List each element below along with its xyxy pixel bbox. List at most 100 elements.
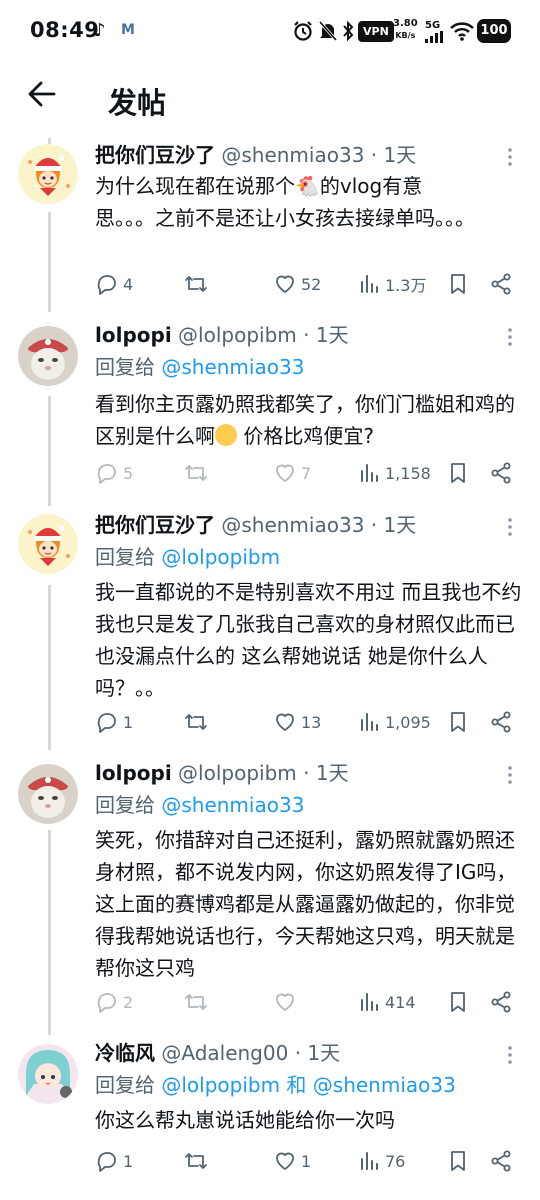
reply-to-user-link[interactable]: @shenmiao33 [161, 793, 304, 817]
share-icon[interactable] [489, 1149, 513, 1173]
views-button[interactable]: 414 [359, 988, 416, 1016]
views-button[interactable]: 1,158 [359, 459, 431, 487]
retweet-button[interactable] [183, 988, 213, 1016]
retweet-icon [185, 994, 207, 1010]
author-name[interactable]: lolpopi [95, 323, 172, 347]
post-text: 你这么帮丸崽说话她能给你一次吗 [95, 1108, 395, 1132]
like-count: 1 [301, 1151, 312, 1171]
post[interactable]: 把你们豆沙了 @shenmiao33 · 1天 为什么现在都在说那个🐔的vlog… [0, 142, 540, 302]
reply-button[interactable]: 4 [95, 270, 133, 298]
bookmark-icon[interactable] [447, 461, 469, 485]
reply-icon [97, 993, 116, 1013]
bookmark-icon[interactable] [447, 990, 469, 1014]
like-button[interactable]: 13 [273, 708, 321, 736]
reply-count: 1 [123, 712, 134, 732]
author-handle[interactable]: @shenmiao33 [221, 513, 364, 537]
share-icon[interactable] [489, 272, 513, 296]
like-button[interactable] [273, 988, 301, 1016]
reply-to-user-link[interactable]: @lolpopibm [161, 545, 280, 569]
post[interactable]: 把你们豆沙了 @shenmiao33 · 1天 回复给 @lolpopibm 我… [0, 512, 540, 742]
post-text: 为什么现在都在说那个🐔的vlog有意思。。。之前不是还让小女孩去接绿单吗。。。 [95, 174, 475, 230]
share-icon[interactable] [489, 710, 513, 734]
post-time: 1天 [383, 143, 417, 167]
avatar[interactable] [18, 326, 78, 386]
reply-icon [97, 713, 116, 733]
like-button[interactable]: 7 [273, 459, 311, 487]
views-chart-icon [361, 464, 378, 482]
like-button[interactable]: 52 [273, 270, 321, 298]
more-options-icon[interactable] [500, 1044, 520, 1066]
back-arrow-icon[interactable] [28, 80, 56, 108]
more-options-icon[interactable] [500, 146, 520, 168]
share-icon[interactable] [489, 990, 513, 1014]
views-button[interactable]: 1.3万 [359, 270, 426, 298]
reply-to-label: 回复给 [95, 355, 155, 379]
reply-icon [97, 275, 116, 295]
bookmark-icon[interactable] [447, 1149, 469, 1173]
retweet-button[interactable] [183, 270, 213, 298]
reply-to-user-link[interactable]: @shenmiao33 [161, 355, 304, 379]
heart-icon [276, 275, 294, 293]
retweet-button[interactable] [183, 1147, 213, 1175]
post-header: lolpopi @lolpopibm · 1天 [95, 760, 349, 786]
author-name[interactable]: 把你们豆沙了 [95, 143, 215, 167]
mute-bell-icon [318, 21, 338, 41]
reply-to-label: 回复给 [95, 793, 155, 817]
post[interactable]: lolpopi @lolpopibm · 1天 回复给 @shenmiao33 … [0, 760, 540, 1030]
avatar[interactable] [18, 1044, 78, 1104]
reply-button[interactable]: 2 [95, 988, 133, 1016]
reply-to-label: 回复给 [95, 1073, 155, 1097]
author-name[interactable]: 冷临风 [95, 1041, 155, 1065]
action-bar: 5 7 1,158 [95, 459, 525, 487]
reply-to-user-link[interactable]: @lolpopibm 和 @shenmiao33 [161, 1073, 455, 1097]
vpn-badge: VPN [358, 21, 394, 42]
network-speed: 3.80 KB/s [393, 18, 418, 40]
reply-button[interactable]: 5 [95, 459, 133, 487]
like-count: 13 [301, 712, 322, 732]
post-time: 1天 [307, 1041, 341, 1065]
separator-dot: · [370, 143, 378, 167]
retweet-button[interactable] [183, 708, 213, 736]
share-icon[interactable] [489, 461, 513, 485]
reply-to-label: 回复给 [95, 545, 155, 569]
author-handle[interactable]: @shenmiao33 [221, 143, 364, 167]
heart-icon [276, 1152, 294, 1170]
bookmark-icon[interactable] [447, 710, 469, 734]
more-options-icon[interactable] [500, 516, 520, 538]
reply-to-line: 回复给 @shenmiao33 [95, 792, 304, 818]
action-bar: 1 13 1,095 [95, 708, 525, 736]
reply-button[interactable]: 1 [95, 708, 133, 736]
action-bar: 2 414 [95, 988, 525, 1016]
author-name[interactable]: 把你们豆沙了 [95, 513, 215, 537]
view-count: 1,158 [385, 463, 431, 483]
author-handle[interactable]: @Adaleng00 [161, 1041, 288, 1065]
post-time: 1天 [315, 761, 349, 785]
retweet-button[interactable] [183, 459, 213, 487]
views-button[interactable]: 76 [359, 1147, 405, 1175]
signal-icon [425, 31, 443, 43]
reply-count: 4 [123, 274, 134, 294]
avatar[interactable] [18, 764, 78, 824]
avatar[interactable] [18, 514, 78, 574]
reply-button[interactable]: 1 [95, 1147, 133, 1175]
more-options-icon[interactable] [500, 326, 520, 348]
views-chart-icon [361, 275, 378, 293]
retweet-icon [185, 1153, 207, 1169]
bookmark-icon[interactable] [447, 272, 469, 296]
separator-dot: · [294, 1041, 302, 1065]
page-title: 发帖 [108, 86, 167, 120]
views-button[interactable]: 1,095 [359, 708, 431, 736]
avatar-cat-image [18, 764, 78, 824]
author-name[interactable]: lolpopi [95, 761, 172, 785]
more-options-icon[interactable] [500, 764, 520, 786]
post[interactable]: 冷临风 @Adaleng00 · 1天 回复给 @lolpopibm 和 @sh… [0, 1040, 540, 1190]
action-bar: 1 1 76 [95, 1147, 525, 1175]
like-button[interactable]: 1 [273, 1147, 311, 1175]
author-handle[interactable]: @lolpopibm [178, 761, 297, 785]
status-bar: 08:49 ♪ M VPN 3.80 KB/s 5G 100 [0, 0, 540, 64]
view-count: 76 [385, 1151, 406, 1171]
author-handle[interactable]: @lolpopibm [178, 323, 297, 347]
post[interactable]: lolpopi @lolpopibm · 1天 回复给 @shenmiao33 … [0, 322, 540, 492]
avatar-anime-image [18, 1044, 78, 1104]
avatar[interactable] [18, 144, 78, 204]
